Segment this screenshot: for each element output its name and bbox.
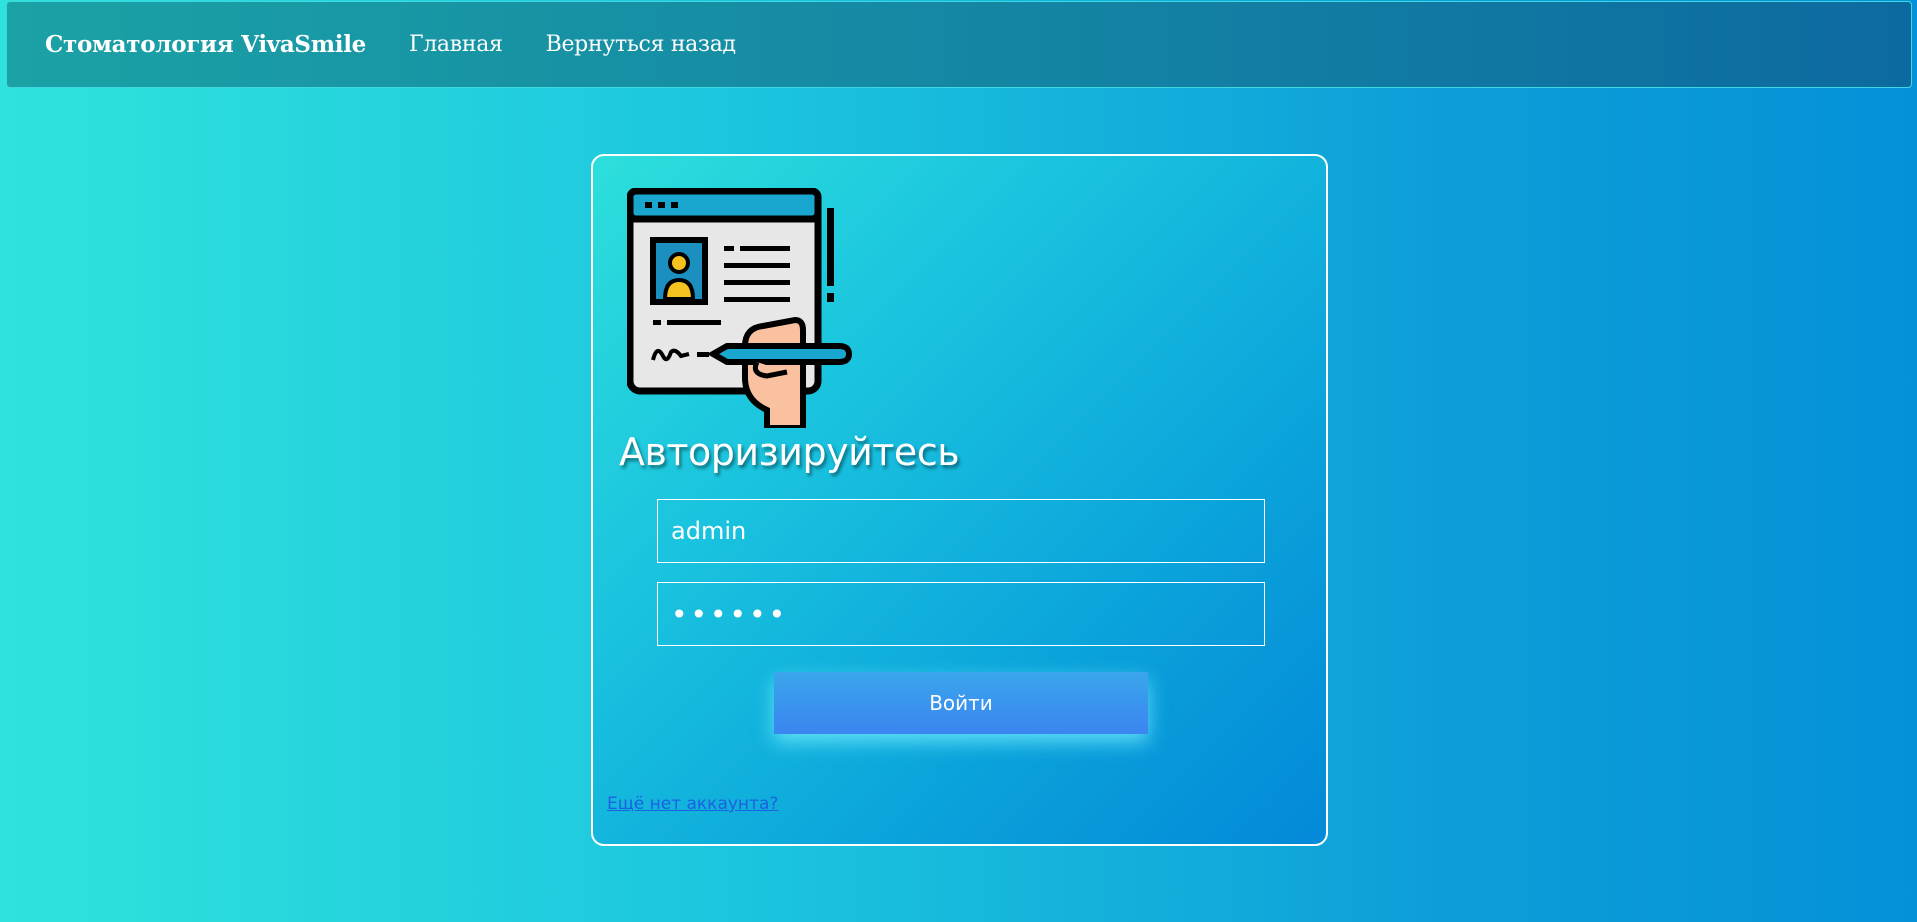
avatar-head bbox=[668, 252, 690, 274]
pen bbox=[706, 343, 853, 365]
titlebar-dot bbox=[671, 202, 678, 208]
password-field[interactable] bbox=[657, 582, 1265, 646]
text-line bbox=[724, 280, 790, 285]
avatar-body bbox=[662, 277, 696, 301]
titlebar-dot bbox=[645, 202, 652, 208]
register-link[interactable]: Ещё нет аккаунта? bbox=[607, 794, 778, 814]
top-navbar: Стоматология VivaSmile Главная Вернуться… bbox=[6, 1, 1912, 88]
text-line bbox=[740, 246, 790, 251]
text-line bbox=[653, 320, 661, 325]
text-line bbox=[667, 320, 721, 325]
login-title: Авторизируйтесь bbox=[619, 430, 960, 474]
exclamation-bar bbox=[827, 208, 834, 286]
signing-document-illustration bbox=[627, 188, 853, 428]
login-card: Авторизируйтесь Войти Ещё нет аккаунта? bbox=[591, 154, 1328, 846]
text-line bbox=[724, 297, 790, 302]
exclamation-dot bbox=[827, 293, 834, 302]
signature-line bbox=[697, 352, 709, 357]
text-line bbox=[724, 246, 734, 251]
text-line bbox=[724, 263, 790, 268]
titlebar-dot bbox=[658, 202, 665, 208]
nav-link-back[interactable]: Вернуться назад bbox=[546, 32, 736, 57]
brand-link[interactable]: Стоматология VivaSmile bbox=[45, 31, 366, 58]
login-button[interactable]: Войти bbox=[774, 672, 1148, 734]
username-field[interactable] bbox=[657, 499, 1265, 563]
nav-link-home[interactable]: Главная bbox=[409, 32, 503, 57]
